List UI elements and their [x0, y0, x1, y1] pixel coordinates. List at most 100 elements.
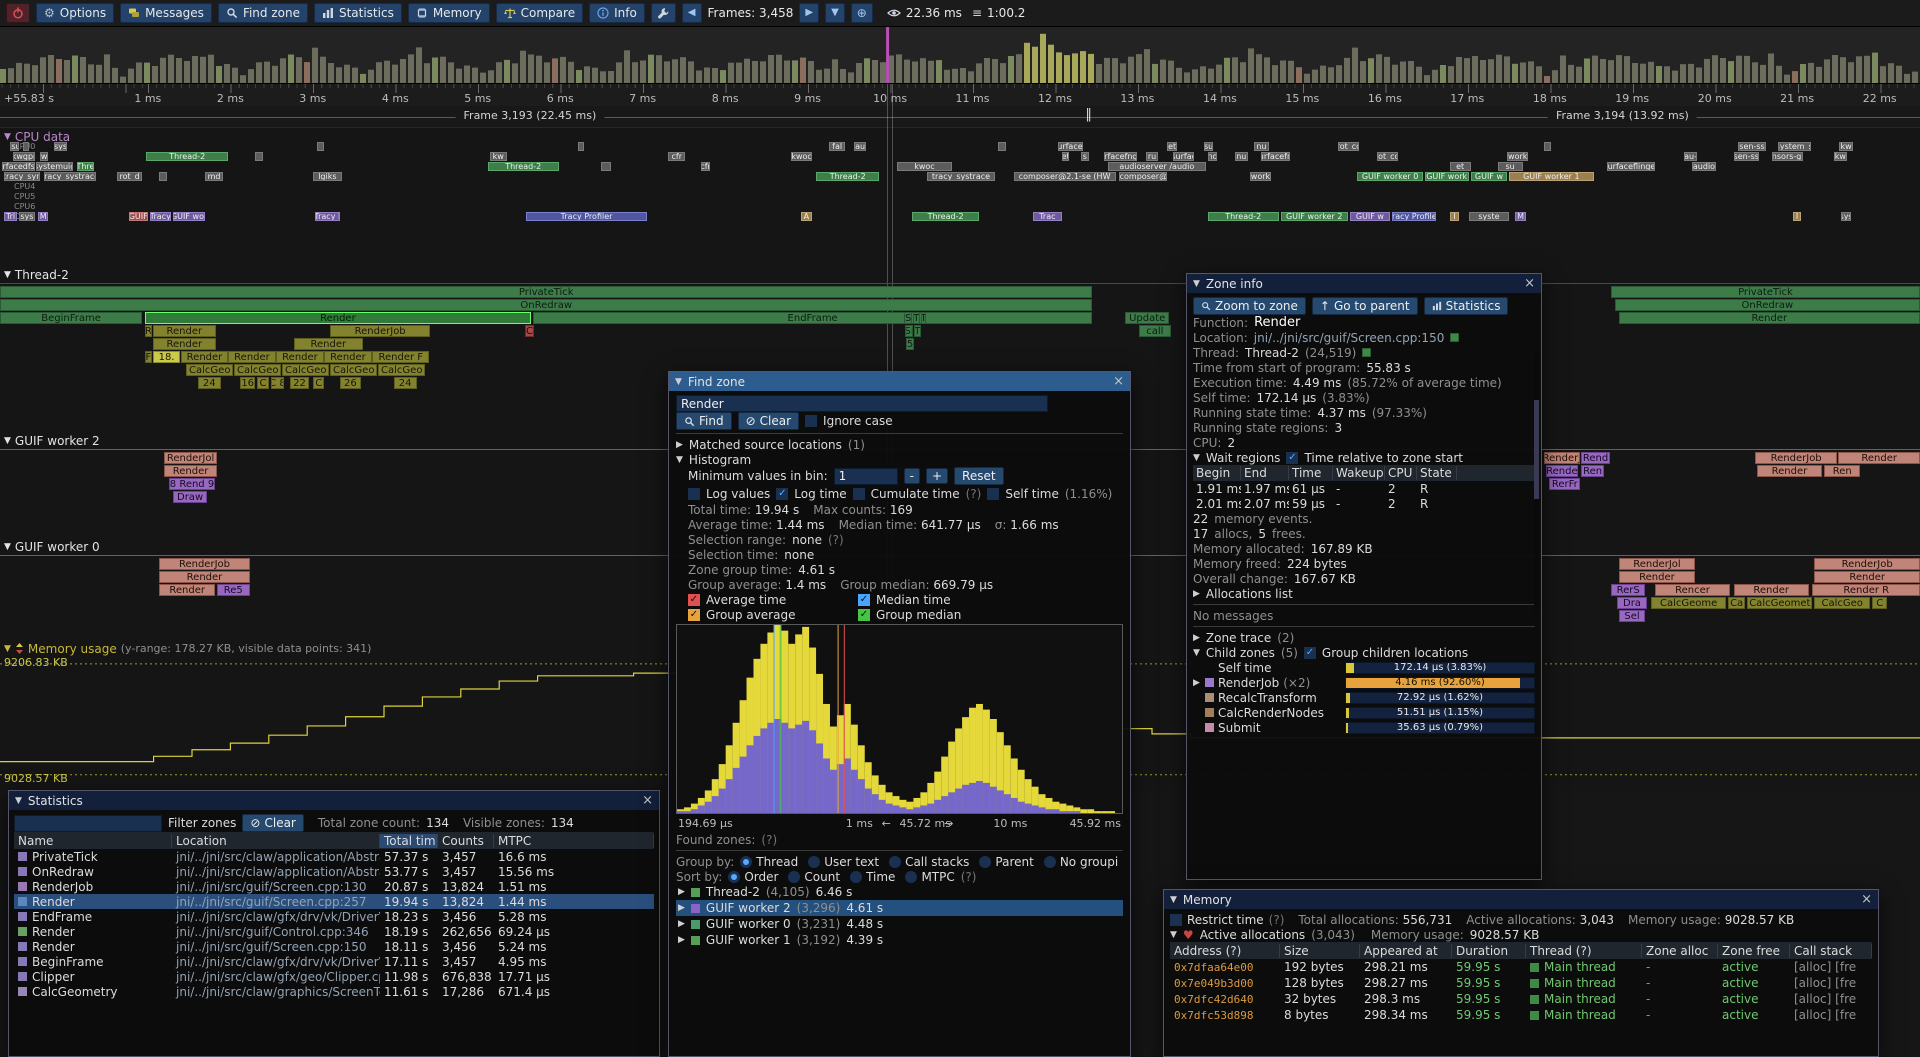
cpu-zone[interactable]: nu: [1235, 152, 1248, 161]
timeline-zone[interactable]: 24: [198, 377, 221, 389]
timeline-zone[interactable]: call: [1139, 325, 1172, 337]
zone-group-row[interactable]: ▶ GUIF worker 1 (3,192) 4.39 s: [676, 932, 1123, 948]
statistics-titlebar[interactable]: ▼ Statistics ×: [9, 791, 659, 810]
messages-button[interactable]: Messages: [120, 3, 212, 23]
timeline-zone[interactable]: Ren: [1581, 465, 1604, 477]
help-marker[interactable]: (?): [966, 487, 982, 501]
help-marker[interactable]: (?): [761, 833, 777, 847]
time-relative-checkbox[interactable]: ✓: [1286, 452, 1298, 464]
cpu-zone[interactable]: [578, 142, 584, 151]
min-bin-input[interactable]: [834, 468, 898, 485]
timeline-zone[interactable]: T: [921, 312, 927, 324]
radio-icon[interactable]: [889, 856, 901, 868]
column-header-total-time[interactable]: Total tim: [380, 834, 438, 848]
cpu-zone[interactable]: tracy_systrace: [927, 172, 994, 181]
close-icon[interactable]: ×: [1113, 374, 1124, 389]
tools-button[interactable]: [651, 3, 676, 23]
close-icon[interactable]: ×: [642, 793, 653, 808]
timeline-zone[interactable]: Render: [153, 325, 216, 337]
wait-regions-row[interactable]: ▼ Wait regions ✓ Time relative to zone s…: [1193, 450, 1535, 465]
cpu-zone[interactable]: sys: [19, 212, 34, 221]
close-icon[interactable]: ×: [1524, 276, 1535, 291]
cpu-zone[interactable]: system_s: [1778, 142, 1811, 151]
collapse-icon[interactable]: ▼: [4, 542, 11, 552]
collapse-icon[interactable]: ▼: [4, 644, 11, 654]
cpu-zone[interactable]: kwgpr: [13, 152, 34, 161]
memory-button[interactable]: Memory: [408, 3, 490, 23]
min-bin-increase-button[interactable]: +: [926, 468, 948, 484]
allocation-row[interactable]: 0x7e049b3d00 128 bytes 298.27 ms 59.95 s…: [1170, 975, 1872, 991]
sort-by-option[interactable]: Count: [788, 869, 840, 884]
group-children-checkbox[interactable]: ✓: [1304, 647, 1316, 659]
column-header-name[interactable]: Name: [14, 834, 172, 848]
cpu-zone[interactable]: fal: [829, 142, 844, 151]
table-row[interactable]: CalcGeometry jni/../jni/src/claw/graphic…: [14, 984, 654, 999]
group-by-option[interactable]: Call stacks: [889, 854, 969, 869]
timeline-zone[interactable]: Render: [1619, 312, 1920, 324]
cpu-zone[interactable]: cfr: [668, 152, 685, 161]
alloc-callstack-link[interactable]: [alloc]: [1794, 1008, 1831, 1022]
cpu-zone[interactable]: surfacefnger: [1104, 152, 1137, 161]
timeline-zone[interactable]: CalcGeo: [282, 364, 329, 376]
cpu-zone[interactable]: [601, 162, 611, 171]
cpu-zone[interactable]: au-: [1684, 152, 1697, 161]
allocation-row[interactable]: 0x7dfc53d898 8 bytes 298.34 ms 59.95 s M…: [1170, 1007, 1872, 1023]
expand-icon[interactable]: ▶: [676, 440, 683, 450]
child-zone-row[interactable]: CalcRenderNodes 51.51 µs (1.15%): [1193, 705, 1535, 720]
timeline-zone[interactable]: CalcGeo: [186, 364, 233, 376]
cpu-zone[interactable]: sensors-grm: [1772, 152, 1803, 161]
timeline-zone[interactable]: 18.: [153, 351, 181, 363]
timeline-zone[interactable]: Render: [324, 351, 371, 363]
time-ruler[interactable]: +55.83 s 1 ms 2 ms 3 ms 4 ms 5 ms 6 ms 7…: [0, 84, 1920, 106]
timeline-zone[interactable]: 22: [290, 377, 309, 389]
timeline-zone[interactable]: Render: [228, 351, 275, 363]
timeline-zone[interactable]: RerFr: [1549, 478, 1580, 490]
frame-dropdown-button[interactable]: ▼: [825, 3, 845, 23]
cpu-zone[interactable]: I: [1450, 212, 1460, 221]
cpu-zone[interactable]: GUIF wor: [173, 212, 206, 221]
timeline-zone[interactable]: PrivateTick: [0, 286, 1092, 298]
child-zone-row[interactable]: Submit 35.63 µs (0.79%): [1193, 720, 1535, 735]
cpu-zone[interactable]: su: [1204, 142, 1214, 151]
goto-frame-button[interactable]: ⊕: [851, 3, 873, 23]
find-zone-button[interactable]: Find zone: [218, 3, 308, 23]
timeline-zone[interactable]: OnRedraw: [1615, 299, 1920, 311]
timeline-zone[interactable]: Update: [1125, 312, 1169, 324]
group-by-option[interactable]: No groupi: [1044, 854, 1118, 869]
free-callstack-link[interactable]: [fre: [1835, 1008, 1856, 1022]
cpu-zone[interactable]: [255, 152, 263, 161]
cpu-zone[interactable]: GUIF w: [1471, 172, 1507, 181]
column-header-counts[interactable]: Counts: [438, 834, 494, 848]
timeline-zone[interactable]: RenderJol: [164, 452, 217, 464]
alloc-callstack-link[interactable]: [alloc]: [1794, 992, 1831, 1006]
timeline-zone[interactable]: CalcGeo: [378, 364, 425, 376]
self-time-checkbox[interactable]: [987, 488, 999, 500]
zone-group-row[interactable]: ▶ GUIF worker 0 (3,231) 4.48 s: [676, 916, 1123, 932]
cpu-zone[interactable]: lgiks: [313, 172, 342, 181]
expand-icon[interactable]: ▶: [678, 919, 685, 929]
cpu-zone[interactable]: tracy_systrace: [44, 172, 96, 181]
cpu-zone[interactable]: Trac: [1033, 212, 1062, 221]
timeline-zone[interactable]: CalcGeo: [330, 364, 377, 376]
timeline-zone[interactable]: CalcGeo: [234, 364, 281, 376]
collapse-icon[interactable]: ▼: [15, 796, 22, 806]
radio-icon[interactable]: [728, 871, 740, 883]
timeline-zone[interactable]: CalcGeome: [1651, 597, 1726, 609]
timeline-zone[interactable]: Render: [164, 465, 217, 477]
thread-color-icon[interactable]: [1362, 348, 1371, 357]
cpu-zone[interactable]: w: [40, 152, 48, 161]
cpu-zone[interactable]: kworke: [1507, 152, 1528, 161]
cpu-zone[interactable]: systemuig: [36, 162, 72, 171]
timeline-zone[interactable]: Render: [159, 571, 249, 583]
timeline-zone[interactable]: Render: [276, 351, 323, 363]
timeline-zone[interactable]: F: [145, 351, 152, 363]
timeline-zone[interactable]: EndFrame: [533, 312, 1093, 324]
cpu-zone[interactable]: [1544, 142, 1552, 151]
help-marker[interactable]: (?): [1269, 913, 1285, 927]
timeline-zone[interactable]: Render: [1838, 452, 1920, 464]
timeline-zone[interactable]: Render: [1757, 465, 1822, 477]
timeline-zone[interactable]: RenderJob: [159, 558, 249, 570]
sort-by-option[interactable]: MTPC: [905, 869, 954, 884]
power-button[interactable]: [6, 3, 30, 23]
cpu-zone[interactable]: [159, 172, 167, 181]
